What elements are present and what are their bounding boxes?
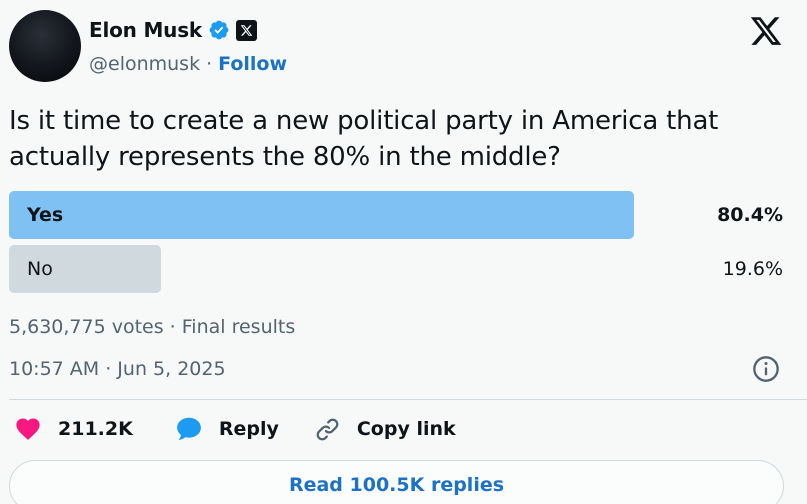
handle-separator: ·	[206, 53, 213, 75]
verified-badge-icon	[209, 20, 229, 40]
follow-button[interactable]: Follow	[218, 53, 287, 75]
like-count: 211.2K	[58, 418, 133, 440]
x-mini-icon	[240, 24, 253, 36]
x-logo-icon[interactable]	[748, 14, 784, 48]
copy-link-label: Copy link	[356, 418, 456, 440]
heart-icon	[16, 418, 40, 440]
divider	[9, 399, 807, 400]
poll-summary: 5,630,775 votes · Final results	[9, 316, 296, 338]
like-button[interactable]: 211.2K	[14, 415, 133, 443]
poll-option-percent: 19.6%	[722, 258, 783, 280]
read-replies-label: Read 100.5K replies	[288, 474, 505, 496]
info-icon[interactable]	[752, 355, 780, 383]
tweet-header: Elon Musk @elonmusk · Follow	[0, 0, 807, 96]
link-icon	[316, 418, 339, 440]
poll-option-label: Yes	[27, 204, 64, 226]
tweet-text: Is it time to create a new political par…	[9, 106, 719, 172]
author-handle-row: @elonmusk · Follow	[89, 53, 287, 75]
poll-bar-yes	[9, 191, 634, 239]
reply-button[interactable]: Reply	[174, 414, 279, 444]
author-name[interactable]: Elon Musk	[89, 18, 202, 42]
author-name-row: Elon Musk	[89, 18, 258, 42]
poll-option-label: No	[27, 258, 53, 280]
poll-option-no[interactable]: No 19.6%	[9, 245, 789, 293]
action-bar: 211.2K Reply Copy link	[14, 414, 456, 444]
copy-link-button[interactable]: Copy link	[314, 416, 456, 443]
read-replies-button[interactable]: Read 100.5K replies	[9, 460, 784, 504]
x-affiliate-badge-icon	[236, 19, 258, 41]
author-handle[interactable]: @elonmusk	[89, 53, 200, 75]
speech-bubble-icon	[176, 417, 201, 440]
tweet-timestamp[interactable]: 10:57 AM · Jun 5, 2025	[9, 358, 226, 380]
reply-label: Reply	[218, 418, 279, 440]
poll-option-yes[interactable]: Yes 80.4%	[9, 191, 789, 239]
poll-option-percent: 80.4%	[717, 204, 783, 226]
avatar[interactable]	[9, 10, 81, 82]
